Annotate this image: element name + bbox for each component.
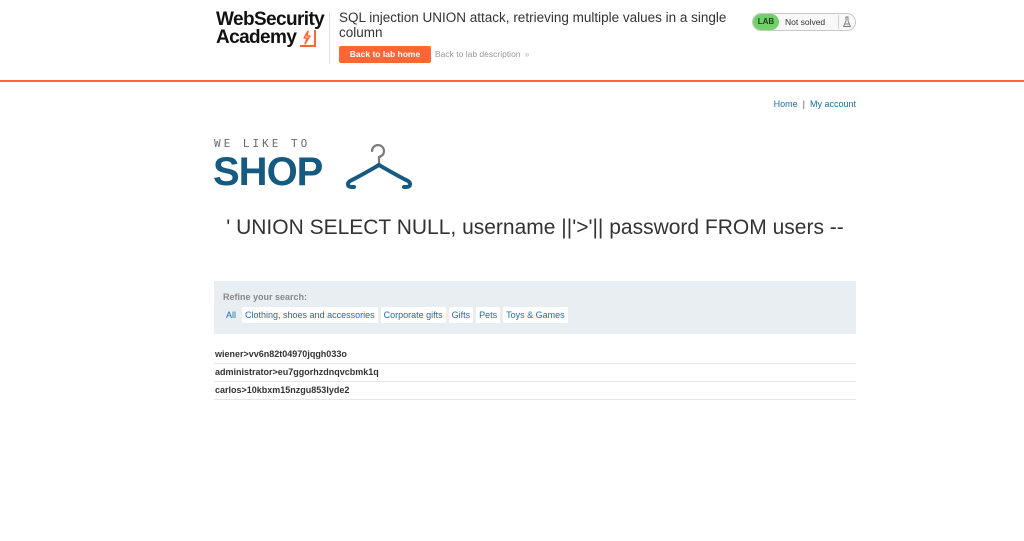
back-to-lab-description-link[interactable]: Back to lab description» — [435, 49, 530, 59]
academy-header: WebSecurity Academy SQL injection UNION … — [0, 0, 1024, 82]
shop-logo[interactable]: WE LIKE TO SHOP — [213, 137, 414, 194]
table-row: carlos>10kbxm15nzgu853lyde2 — [214, 382, 856, 400]
category-filter-gifts[interactable]: Gifts — [448, 307, 474, 323]
back-to-lab-description-label: Back to lab description — [435, 49, 521, 59]
logo-line-2-text: Academy — [216, 27, 297, 49]
category-filter-corporate-gifts[interactable]: Corporate gifts — [380, 307, 446, 323]
nav-separator: | — [802, 99, 805, 109]
chevron-right-icon: » — [524, 49, 530, 59]
shop-brand-word: SHOP — [213, 150, 323, 194]
search-heading: ' UNION SELECT NULL, username ||'>'|| pa… — [226, 216, 844, 239]
websecurity-academy-logo[interactable]: WebSecurity Academy — [216, 10, 328, 49]
results-table: wiener>vv6n82t04970jqgh033o administrato… — [214, 346, 856, 400]
header-divider — [329, 12, 330, 64]
category-filter-clothing[interactable]: Clothing, shoes and accessories — [242, 307, 378, 323]
flask-icon — [838, 15, 854, 29]
lab-status-text: Not solved — [785, 17, 826, 27]
refine-search-label: Refine your search: — [223, 292, 308, 302]
home-link[interactable]: Home — [774, 99, 798, 109]
lab-title: SQL injection UNION attack, retrieving m… — [339, 10, 727, 40]
back-to-lab-home-button[interactable]: Back to lab home — [339, 46, 431, 63]
my-account-link[interactable]: My account — [810, 99, 856, 109]
category-filter-toys-games[interactable]: Toys & Games — [503, 307, 568, 323]
table-row: administrator>eu7ggorhzdnqvcbmk1q — [214, 364, 856, 382]
shop-tagline: WE LIKE TO — [214, 137, 311, 150]
hanger-icon — [345, 144, 413, 189]
table-row: wiener>vv6n82t04970jqgh033o — [214, 346, 856, 364]
lab-status-widget: LAB Not solved — [752, 13, 856, 31]
lab-badge: LAB — [753, 14, 779, 30]
category-filter-all[interactable]: All — [223, 307, 239, 323]
logo-line-2: Academy — [216, 27, 328, 49]
category-filters: All Clothing, shoes and accessories Corp… — [223, 307, 568, 323]
filter-panel: Refine your search: All Clothing, shoes … — [214, 281, 856, 334]
category-filter-pets[interactable]: Pets — [476, 307, 501, 323]
top-nav: Home | My account — [774, 99, 856, 109]
academy-bolt-icon — [300, 30, 316, 48]
